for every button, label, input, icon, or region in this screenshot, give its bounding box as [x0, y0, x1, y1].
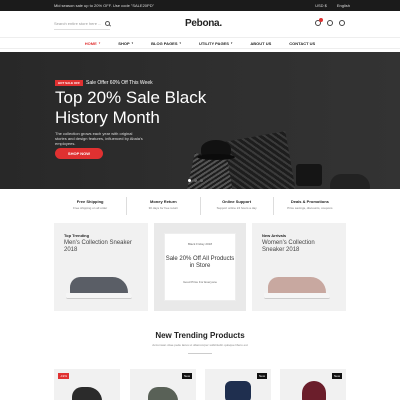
- promo-box: Black Friday 2018 Sale 20% Off All Produ…: [164, 233, 236, 301]
- chevron-down-icon: ▾: [230, 41, 233, 45]
- feature-title: Deals & Promotions: [290, 199, 329, 204]
- promo-line1: Black Friday 2018: [187, 242, 212, 246]
- sneaker-image: [66, 273, 132, 303]
- product-card[interactable]: New: [130, 369, 196, 400]
- sale-badge: HOT SALE OFF Sale Offer 60% Off This Wee…: [55, 80, 153, 86]
- discount-badge: -19%: [58, 373, 70, 379]
- product-image: [72, 387, 102, 400]
- slider-dot[interactable]: [194, 179, 197, 182]
- promo-line2: Sale 20% Off All Products in Store: [165, 256, 235, 269]
- language-selector[interactable]: English: [337, 3, 350, 8]
- promo-card-women[interactable]: New Arrivals Women's Collection Sneaker …: [252, 223, 346, 311]
- chevron-down-icon: ▾: [98, 41, 101, 45]
- product-image: [302, 381, 326, 400]
- new-badge: New: [256, 373, 267, 379]
- nav-item-utility-pages[interactable]: UTILITY PAGES ▾: [199, 41, 232, 46]
- top-bar: Mid season sale up to 20% OFF. Use code …: [0, 0, 400, 11]
- sale-text: Sale Offer 60% Off This Week: [86, 80, 153, 86]
- hero-product-image: [224, 131, 298, 189]
- slider-dot[interactable]: [200, 179, 203, 182]
- promo-card-black-friday[interactable]: Black Friday 2018 Sale 20% Off All Produ…: [154, 223, 246, 311]
- account-icon[interactable]: [327, 20, 333, 26]
- feature-title: Online Support: [222, 199, 252, 204]
- currency-selector[interactable]: USD $: [315, 3, 327, 8]
- cart-icon[interactable]: [315, 18, 323, 26]
- section-title: New Trending Products: [155, 331, 245, 340]
- section-subtitle: Accumsan vitae pede lacus ut ullamcorper…: [152, 343, 248, 347]
- settings-icon[interactable]: [339, 20, 345, 26]
- promo-label: Top Trending: [64, 233, 90, 238]
- promo-title: Men's Collection Sneaker 2018: [64, 240, 132, 253]
- hero-product-image: [197, 140, 235, 160]
- product-image: [148, 387, 178, 400]
- search-icon[interactable]: [105, 21, 110, 26]
- feature-subtitle: 30 days for free return: [148, 206, 179, 210]
- cart-badge: [319, 18, 323, 22]
- feature-title: Free Shipping: [76, 199, 104, 204]
- sneaker-image: [264, 273, 330, 303]
- slider-dots: [188, 179, 203, 182]
- new-badge: New: [181, 373, 192, 379]
- nav-item-about-us[interactable]: ABOUT US: [250, 41, 271, 46]
- new-badge: New: [331, 373, 342, 379]
- search-placeholder: Search entire store here ...: [54, 21, 102, 26]
- feature-item: Money Return 30 days for free return: [127, 197, 201, 215]
- shop-now-button[interactable]: SHOP NOW: [55, 148, 103, 159]
- feature-subtitle: Free shipping on all order: [73, 206, 108, 210]
- hero-banner: HOT SALE OFF Sale Offer 60% Off This Wee…: [0, 52, 400, 189]
- chevron-down-icon: ▾: [179, 41, 182, 45]
- header: Search entire store here ... Pebona.: [0, 11, 400, 37]
- promo-title: Women's Collection Sneaker 2018: [262, 240, 315, 253]
- divider: [188, 353, 212, 354]
- product-card[interactable]: New: [205, 369, 271, 400]
- slider-dot[interactable]: [188, 179, 191, 182]
- promo-card-men[interactable]: Top Trending Men's Collection Sneaker 20…: [54, 223, 148, 311]
- feature-subtitle: Support online 24 hours a day: [216, 206, 257, 210]
- promo-text: Mid season sale up to 20% OFF. Use code …: [54, 3, 155, 8]
- nav-item-blog-pages[interactable]: BLOG PAGES ▾: [151, 41, 181, 46]
- feature-item: Free Shipping Free shipping on all order: [54, 197, 128, 215]
- hero-product-image: [296, 164, 322, 186]
- promo-line3: Good Price For Everyone: [183, 280, 217, 284]
- feature-item: Online Support Support online 24 hours a…: [201, 197, 274, 215]
- chevron-down-icon: ▾: [131, 41, 134, 45]
- product-card[interactable]: New: [280, 369, 346, 400]
- feature-subtitle: Price savings, discounts, coupons: [287, 206, 333, 210]
- feature-title: Money Return: [150, 199, 177, 204]
- hero-product-image: [330, 174, 370, 189]
- main-nav: HOME ▾ SHOP ▾ BLOG PAGES ▾ UTILITY PAGES ▾ A…: [0, 37, 400, 49]
- hero-title: Top 20% Sale Black History Month: [55, 88, 207, 127]
- nav-item-shop[interactable]: SHOP ▾: [118, 41, 133, 46]
- nav-item-home[interactable]: HOME ▾: [85, 41, 101, 46]
- feature-item: Deals & Promotions Price savings, discou…: [274, 197, 346, 215]
- hero-description: The collection grows each year with orig…: [55, 131, 143, 146]
- nav-item-contact-us[interactable]: CONTACT US: [289, 41, 315, 46]
- sale-tag: HOT SALE OFF: [55, 80, 83, 86]
- product-image: [225, 381, 251, 400]
- features-bar: Free Shipping Free shipping on all order…: [0, 197, 400, 215]
- product-card[interactable]: -19%: [54, 369, 120, 400]
- promo-label: New Arrivals: [262, 233, 287, 238]
- logo[interactable]: Pebona.: [185, 18, 222, 29]
- search-input[interactable]: Search entire store here ...: [54, 18, 110, 30]
